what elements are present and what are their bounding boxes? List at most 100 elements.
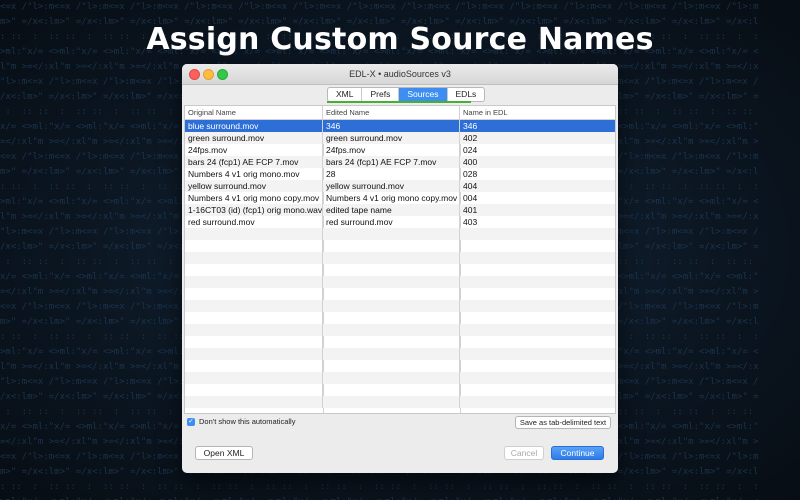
table-cell xyxy=(185,276,323,288)
table-cell xyxy=(323,288,460,300)
table-cell xyxy=(185,324,323,336)
table-cell: 346 xyxy=(463,121,478,131)
table-row[interactable] xyxy=(185,324,615,336)
table-cell xyxy=(323,324,460,336)
column-header-edited-name[interactable]: Edited Name xyxy=(323,106,460,119)
table-cell xyxy=(185,360,323,372)
table-cell: 004 xyxy=(463,193,478,203)
table-cell: 028 xyxy=(463,169,478,179)
dont-show-label: Don't show this automatically xyxy=(199,417,296,426)
table-cell xyxy=(460,324,615,336)
table-cell: 024 xyxy=(463,145,478,155)
table-cell xyxy=(460,312,615,324)
table-cell xyxy=(323,240,460,252)
table-cell: green surround.mov xyxy=(323,132,460,144)
title-bar[interactable]: EDL-X • audioSources v3 xyxy=(182,64,618,85)
table-row[interactable] xyxy=(185,252,615,264)
column-header-original-name[interactable]: Original Name xyxy=(185,106,323,119)
checkmark-icon[interactable]: ✓ xyxy=(187,417,195,426)
table-cell: 1-16CT03 (id) (fcp1) orig mono.wav xyxy=(185,204,323,216)
table-row[interactable] xyxy=(185,240,615,252)
table-row[interactable] xyxy=(185,396,615,408)
table-cell xyxy=(460,264,615,276)
tab-xml[interactable]: XML xyxy=(328,88,363,101)
table-cell xyxy=(323,300,460,312)
table-cell: 346 xyxy=(323,120,460,132)
table-row[interactable]: 24fps.mov 24fps.mov 024 xyxy=(185,144,615,156)
table-cell xyxy=(323,372,460,384)
table-cell: yellow surround.mov xyxy=(323,180,460,192)
minimize-window-icon[interactable] xyxy=(203,69,214,80)
table-row[interactable] xyxy=(185,336,615,348)
table-row[interactable] xyxy=(185,360,615,372)
tab-edls[interactable]: EDLs xyxy=(448,88,485,101)
table-cell xyxy=(185,252,323,264)
table-cell: 404 xyxy=(463,181,478,191)
table-row[interactable] xyxy=(185,384,615,396)
table-cell xyxy=(323,384,460,396)
table-cell xyxy=(460,396,615,408)
table-row[interactable] xyxy=(185,264,615,276)
table-cell xyxy=(323,336,460,348)
table-row[interactable] xyxy=(185,288,615,300)
open-xml-button[interactable]: Open XML xyxy=(195,446,253,460)
table-cell xyxy=(185,300,323,312)
save-tab-delimited-button[interactable]: Save as tab-delimited text xyxy=(515,416,611,429)
zoom-window-icon[interactable] xyxy=(217,69,228,80)
sources-table[interactable]: Original Name Edited Name Name in EDL bl… xyxy=(184,105,616,414)
table-cell xyxy=(323,228,460,240)
table-row[interactable] xyxy=(185,228,615,240)
table-row[interactable] xyxy=(185,372,615,384)
table-row[interactable] xyxy=(185,312,615,324)
table-cell: 400 xyxy=(463,157,478,167)
table-row[interactable]: red surround.mov red surround.mov 403 xyxy=(185,216,615,228)
tab-sources[interactable]: Sources xyxy=(399,88,448,101)
table-cell xyxy=(460,348,615,360)
table-cell: 24fps.mov xyxy=(185,144,323,156)
table-row[interactable] xyxy=(185,276,615,288)
table-cell xyxy=(185,372,323,384)
table-cell: bars 24 (fcp1) AE FCP 7.mov xyxy=(185,156,323,168)
table-cell xyxy=(323,348,460,360)
tab-bar: XML Prefs Sources EDLs xyxy=(327,87,486,102)
table-cell xyxy=(185,396,323,408)
table-cell xyxy=(185,240,323,252)
cancel-button[interactable]: Cancel xyxy=(504,446,544,460)
table-row[interactable]: blue surround.mov 346 346 xyxy=(185,120,615,132)
table-cell xyxy=(185,288,323,300)
table-cell xyxy=(460,336,615,348)
continue-button[interactable]: Continue xyxy=(551,446,604,460)
column-header-name-in-edl[interactable]: Name in EDL xyxy=(460,106,615,119)
table-row[interactable] xyxy=(185,300,615,312)
table-cell: Numbers 4 v1 orig mono copy.mov xyxy=(185,192,323,204)
close-window-icon[interactable] xyxy=(189,69,200,80)
table-cell xyxy=(185,228,323,240)
table-cell: green surround.mov xyxy=(185,132,323,144)
table-row[interactable]: 1-16CT03 (id) (fcp1) orig mono.wav edited… xyxy=(185,204,615,216)
table-cell xyxy=(185,264,323,276)
table-cell xyxy=(323,252,460,264)
table-row[interactable] xyxy=(185,348,615,360)
dont-show-checkbox-row[interactable]: ✓ Don't show this automatically xyxy=(187,417,295,426)
table-cell: edited tape name xyxy=(323,204,460,216)
table-row[interactable]: bars 24 (fcp1) AE FCP 7.mov bars 24 (fcp1… xyxy=(185,156,615,168)
table-cell xyxy=(460,360,615,372)
table-cell: red surround.mov xyxy=(185,216,323,228)
table-cell: bars 24 (fcp1) AE FCP 7.mov xyxy=(323,156,460,168)
table-cell: Numbers 4 v1 orig mono.mov xyxy=(185,168,323,180)
table-cell xyxy=(460,300,615,312)
table-row[interactable]: Numbers 4 v1 orig mono.mov 28 028 xyxy=(185,168,615,180)
window-title: EDL-X • audioSources v3 xyxy=(349,69,451,79)
table-row[interactable]: Numbers 4 v1 orig mono copy.mov Numbers 4… xyxy=(185,192,615,204)
tab-prefs[interactable]: Prefs xyxy=(362,88,400,101)
table-cell: red surround.mov xyxy=(323,216,460,228)
table-cell xyxy=(323,360,460,372)
table-cell xyxy=(460,276,615,288)
table-row[interactable]: yellow surround.mov yellow surround.mov 40… xyxy=(185,180,615,192)
table-row[interactable]: green surround.mov green surround.mov 402 xyxy=(185,132,615,144)
table-cell xyxy=(185,312,323,324)
table-cell: 28 xyxy=(323,168,460,180)
table-cell xyxy=(323,396,460,408)
table-cell xyxy=(460,228,615,240)
table-cell xyxy=(185,348,323,360)
